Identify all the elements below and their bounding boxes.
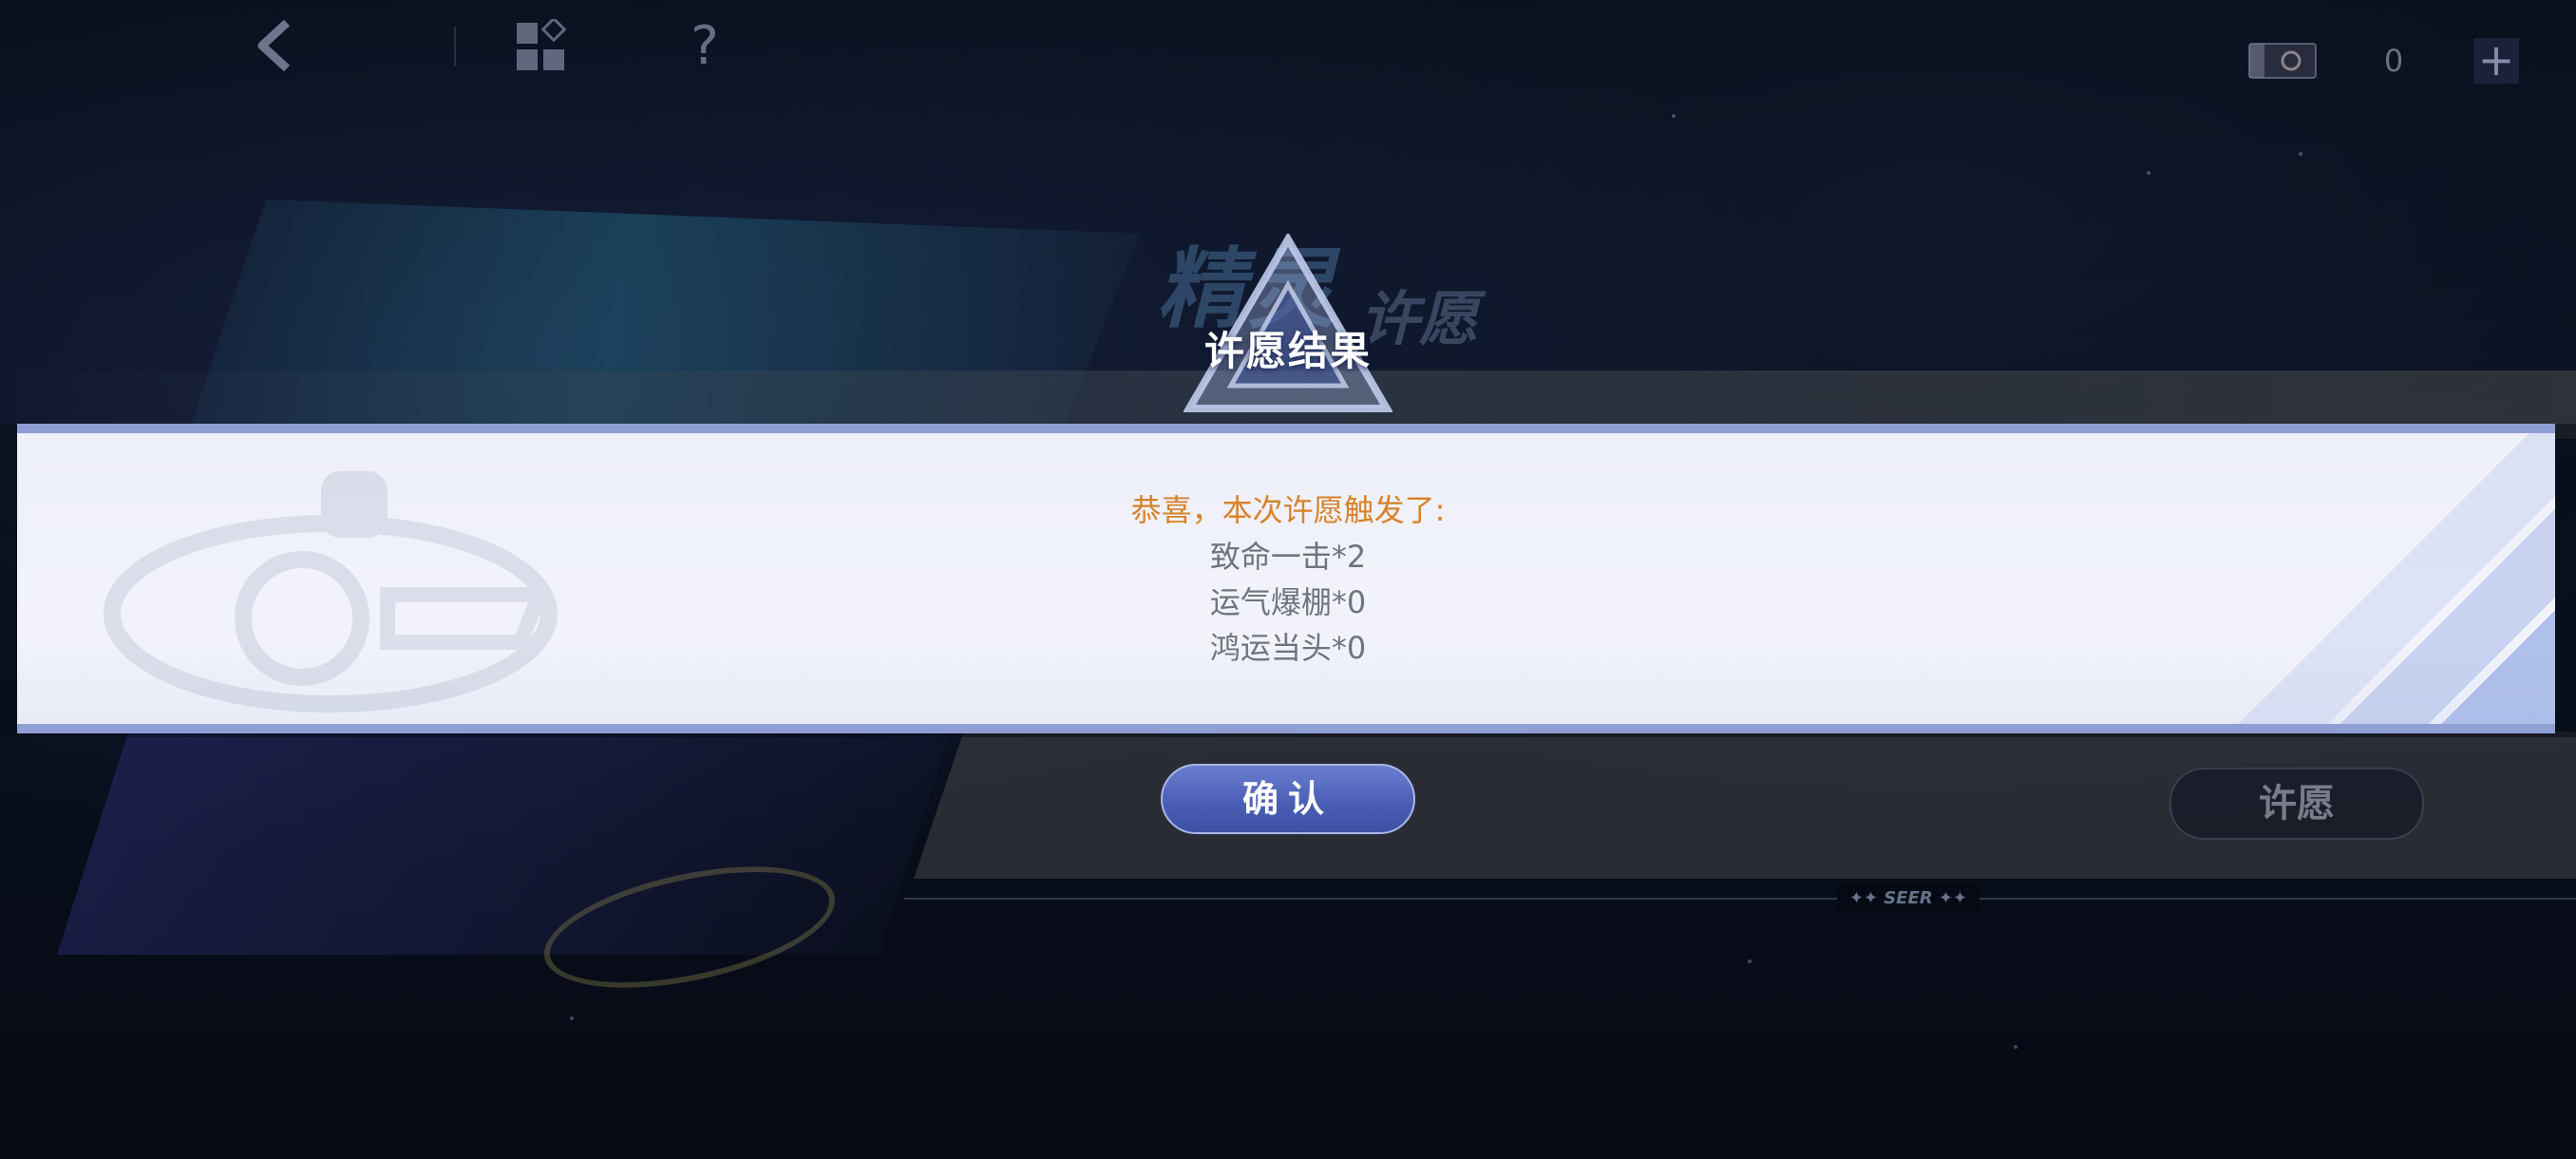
currency-count: 0 [2383, 43, 2404, 79]
dialog-title: 许愿结果 [1203, 328, 1372, 374]
star-decoration [1672, 114, 1676, 118]
ticket-icon [2247, 42, 2318, 80]
back-arrow-icon [257, 19, 291, 72]
menu-button[interactable] [513, 16, 570, 76]
result-item-luck: 运气爆棚*0 [1209, 584, 1367, 620]
topbar-divider [454, 27, 456, 66]
help-button[interactable]: ? [676, 13, 733, 80]
back-button[interactable] [249, 17, 306, 74]
star-decoration [1748, 960, 1752, 963]
grid-icon [517, 16, 567, 70]
add-currency-button[interactable]: + [2473, 38, 2519, 84]
star-decoration [2299, 152, 2302, 156]
result-item-fortune: 鸿运当头*0 [1209, 630, 1367, 666]
panel-stripes-decoration [2213, 433, 2555, 724]
game-screen: ? 0 + 精灵 许愿 ✦✦ SEER ✦✦ 许愿 许愿结果 恭喜，本次许愿触发… [0, 0, 2576, 1159]
star-decoration [2147, 171, 2150, 175]
result-item-critical: 致命一击*2 [1209, 539, 1367, 575]
seer-mark: ✦✦ SEER ✦✦ [1837, 884, 1979, 914]
result-heading: 恭喜，本次许愿触发了: [1130, 492, 1446, 528]
star-decoration [570, 1016, 574, 1020]
wish-button[interactable]: 许愿 [2169, 768, 2424, 840]
top-bar: ? 0 + [0, 0, 2576, 104]
seer-divider-line [904, 898, 2576, 900]
star-decoration [2014, 1045, 2017, 1049]
submarine-watermark-icon [104, 471, 558, 712]
confirm-button[interactable]: 确认 [1161, 764, 1415, 834]
